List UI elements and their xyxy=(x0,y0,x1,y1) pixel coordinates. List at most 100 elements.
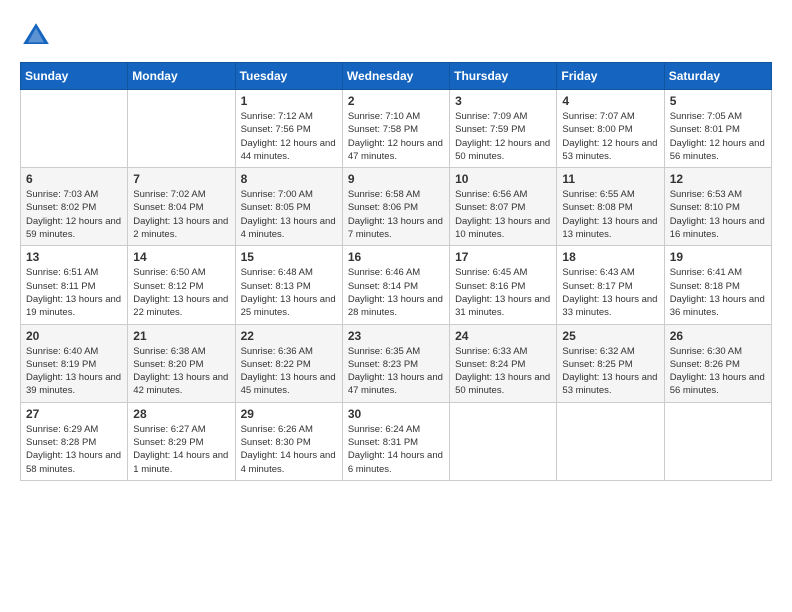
day-number: 17 xyxy=(455,250,551,264)
day-number: 2 xyxy=(348,94,444,108)
calendar-table: SundayMondayTuesdayWednesdayThursdayFrid… xyxy=(20,62,772,481)
day-number: 1 xyxy=(241,94,337,108)
day-number: 23 xyxy=(348,329,444,343)
day-info: Sunrise: 6:27 AMSunset: 8:29 PMDaylight:… xyxy=(133,423,229,476)
weekday-header-saturday: Saturday xyxy=(664,63,771,90)
calendar-cell: 6Sunrise: 7:03 AMSunset: 8:02 PMDaylight… xyxy=(21,168,128,246)
day-info: Sunrise: 7:10 AMSunset: 7:58 PMDaylight:… xyxy=(348,110,444,163)
day-info: Sunrise: 6:58 AMSunset: 8:06 PMDaylight:… xyxy=(348,188,444,241)
day-info: Sunrise: 6:35 AMSunset: 8:23 PMDaylight:… xyxy=(348,345,444,398)
week-row-2: 6Sunrise: 7:03 AMSunset: 8:02 PMDaylight… xyxy=(21,168,772,246)
weekday-header-wednesday: Wednesday xyxy=(342,63,449,90)
calendar-cell: 3 Sunrise: 7:09 AMSunset: 7:59 PMDaylight… xyxy=(450,90,557,168)
calendar-cell: 4 Sunrise: 7:07 AMSunset: 8:00 PMDaylight… xyxy=(557,90,664,168)
day-number: 11 xyxy=(562,172,658,186)
day-info: Sunrise: 6:50 AMSunset: 8:12 PMDaylight:… xyxy=(133,266,229,319)
calendar-cell: 20 Sunrise: 6:40 AMSunset: 8:19 PMDayligh… xyxy=(21,324,128,402)
day-info: Sunrise: 7:00 AMSunset: 8:05 PMDaylight:… xyxy=(241,188,337,241)
calendar-cell: 17 Sunrise: 6:45 AMSunset: 8:16 PMDayligh… xyxy=(450,246,557,324)
day-number: 20 xyxy=(26,329,122,343)
day-number: 28 xyxy=(133,407,229,421)
day-number: 3 xyxy=(455,94,551,108)
page-header xyxy=(20,20,772,52)
day-number: 22 xyxy=(241,329,337,343)
day-number: 12 xyxy=(670,172,766,186)
day-number: 18 xyxy=(562,250,658,264)
calendar-cell: 8 Sunrise: 7:00 AMSunset: 8:05 PMDaylight… xyxy=(235,168,342,246)
calendar-cell xyxy=(664,402,771,480)
weekday-header-thursday: Thursday xyxy=(450,63,557,90)
calendar-cell: 14 Sunrise: 6:50 AMSunset: 8:12 PMDayligh… xyxy=(128,246,235,324)
day-info: Sunrise: 7:07 AMSunset: 8:00 PMDaylight:… xyxy=(562,110,658,163)
calendar-cell: 13 Sunrise: 6:51 AMSunset: 8:11 PMDayligh… xyxy=(21,246,128,324)
day-number: 9 xyxy=(348,172,444,186)
day-info: Sunrise: 6:40 AMSunset: 8:19 PMDaylight:… xyxy=(26,345,122,398)
day-number: 14 xyxy=(133,250,229,264)
day-number: 8 xyxy=(241,172,337,186)
day-number: 21 xyxy=(133,329,229,343)
day-info: Sunrise: 6:48 AMSunset: 8:13 PMDaylight:… xyxy=(241,266,337,319)
weekday-header-tuesday: Tuesday xyxy=(235,63,342,90)
day-info: Sunrise: 6:56 AMSunset: 8:07 PMDaylight:… xyxy=(455,188,551,241)
day-info: Sunrise: 6:43 AMSunset: 8:17 PMDaylight:… xyxy=(562,266,658,319)
calendar-cell: 21 Sunrise: 6:38 AMSunset: 8:20 PMDayligh… xyxy=(128,324,235,402)
day-info: Sunrise: 6:32 AMSunset: 8:25 PMDaylight:… xyxy=(562,345,658,398)
calendar-cell: 19 Sunrise: 6:41 AMSunset: 8:18 PMDayligh… xyxy=(664,246,771,324)
calendar-cell: 28 Sunrise: 6:27 AMSunset: 8:29 PMDayligh… xyxy=(128,402,235,480)
day-info: Sunrise: 7:05 AMSunset: 8:01 PMDaylight:… xyxy=(670,110,766,163)
day-number: 13 xyxy=(26,250,122,264)
day-info: Sunrise: 7:02 AMSunset: 8:04 PMDaylight:… xyxy=(133,188,229,241)
day-info: Sunrise: 6:33 AMSunset: 8:24 PMDaylight:… xyxy=(455,345,551,398)
calendar-cell: 12 Sunrise: 6:53 AMSunset: 8:10 PMDayligh… xyxy=(664,168,771,246)
day-info: Sunrise: 6:30 AMSunset: 8:26 PMDaylight:… xyxy=(670,345,766,398)
day-info: Sunrise: 6:53 AMSunset: 8:10 PMDaylight:… xyxy=(670,188,766,241)
day-info: Sunrise: 7:12 AMSunset: 7:56 PMDaylight:… xyxy=(241,110,337,163)
calendar-cell: 29 Sunrise: 6:26 AMSunset: 8:30 PMDayligh… xyxy=(235,402,342,480)
day-number: 25 xyxy=(562,329,658,343)
week-row-4: 20 Sunrise: 6:40 AMSunset: 8:19 PMDayligh… xyxy=(21,324,772,402)
day-info: Sunrise: 6:41 AMSunset: 8:18 PMDaylight:… xyxy=(670,266,766,319)
weekday-header-friday: Friday xyxy=(557,63,664,90)
calendar-cell: 10 Sunrise: 6:56 AMSunset: 8:07 PMDayligh… xyxy=(450,168,557,246)
day-info: Sunrise: 6:51 AMSunset: 8:11 PMDaylight:… xyxy=(26,266,122,319)
calendar-cell: 27 Sunrise: 6:29 AMSunset: 8:28 PMDayligh… xyxy=(21,402,128,480)
day-number: 10 xyxy=(455,172,551,186)
calendar-cell xyxy=(21,90,128,168)
day-number: 4 xyxy=(562,94,658,108)
day-number: 19 xyxy=(670,250,766,264)
calendar-cell: 16 Sunrise: 6:46 AMSunset: 8:14 PMDayligh… xyxy=(342,246,449,324)
calendar-cell: 5 Sunrise: 7:05 AMSunset: 8:01 PMDaylight… xyxy=(664,90,771,168)
day-number: 30 xyxy=(348,407,444,421)
logo xyxy=(20,20,58,52)
day-number: 27 xyxy=(26,407,122,421)
day-number: 5 xyxy=(670,94,766,108)
day-number: 16 xyxy=(348,250,444,264)
calendar-cell: 7Sunrise: 7:02 AMSunset: 8:04 PMDaylight… xyxy=(128,168,235,246)
calendar-cell xyxy=(128,90,235,168)
day-info: Sunrise: 7:09 AMSunset: 7:59 PMDaylight:… xyxy=(455,110,551,163)
week-row-5: 27 Sunrise: 6:29 AMSunset: 8:28 PMDayligh… xyxy=(21,402,772,480)
calendar-cell: 15Sunrise: 6:48 AMSunset: 8:13 PMDayligh… xyxy=(235,246,342,324)
day-number: 26 xyxy=(670,329,766,343)
calendar-cell: 26 Sunrise: 6:30 AMSunset: 8:26 PMDayligh… xyxy=(664,324,771,402)
day-info: Sunrise: 6:38 AMSunset: 8:20 PMDaylight:… xyxy=(133,345,229,398)
day-info: Sunrise: 6:46 AMSunset: 8:14 PMDaylight:… xyxy=(348,266,444,319)
day-info: Sunrise: 6:26 AMSunset: 8:30 PMDaylight:… xyxy=(241,423,337,476)
calendar-cell: 23 Sunrise: 6:35 AMSunset: 8:23 PMDayligh… xyxy=(342,324,449,402)
day-info: Sunrise: 6:55 AMSunset: 8:08 PMDaylight:… xyxy=(562,188,658,241)
calendar-cell: 11 Sunrise: 6:55 AMSunset: 8:08 PMDayligh… xyxy=(557,168,664,246)
calendar-cell: 30 Sunrise: 6:24 AMSunset: 8:31 PMDayligh… xyxy=(342,402,449,480)
week-row-1: 1 Sunrise: 7:12 AMSunset: 7:56 PMDaylight… xyxy=(21,90,772,168)
day-info: Sunrise: 6:29 AMSunset: 8:28 PMDaylight:… xyxy=(26,423,122,476)
logo-icon xyxy=(20,20,52,52)
day-number: 24 xyxy=(455,329,551,343)
weekday-header-sunday: Sunday xyxy=(21,63,128,90)
day-number: 29 xyxy=(241,407,337,421)
calendar-cell: 24 Sunrise: 6:33 AMSunset: 8:24 PMDayligh… xyxy=(450,324,557,402)
day-info: Sunrise: 6:36 AMSunset: 8:22 PMDaylight:… xyxy=(241,345,337,398)
calendar-cell: 9 Sunrise: 6:58 AMSunset: 8:06 PMDaylight… xyxy=(342,168,449,246)
day-info: Sunrise: 6:24 AMSunset: 8:31 PMDaylight:… xyxy=(348,423,444,476)
week-row-3: 13 Sunrise: 6:51 AMSunset: 8:11 PMDayligh… xyxy=(21,246,772,324)
calendar-cell: 2 Sunrise: 7:10 AMSunset: 7:58 PMDaylight… xyxy=(342,90,449,168)
day-info: Sunrise: 6:45 AMSunset: 8:16 PMDaylight:… xyxy=(455,266,551,319)
